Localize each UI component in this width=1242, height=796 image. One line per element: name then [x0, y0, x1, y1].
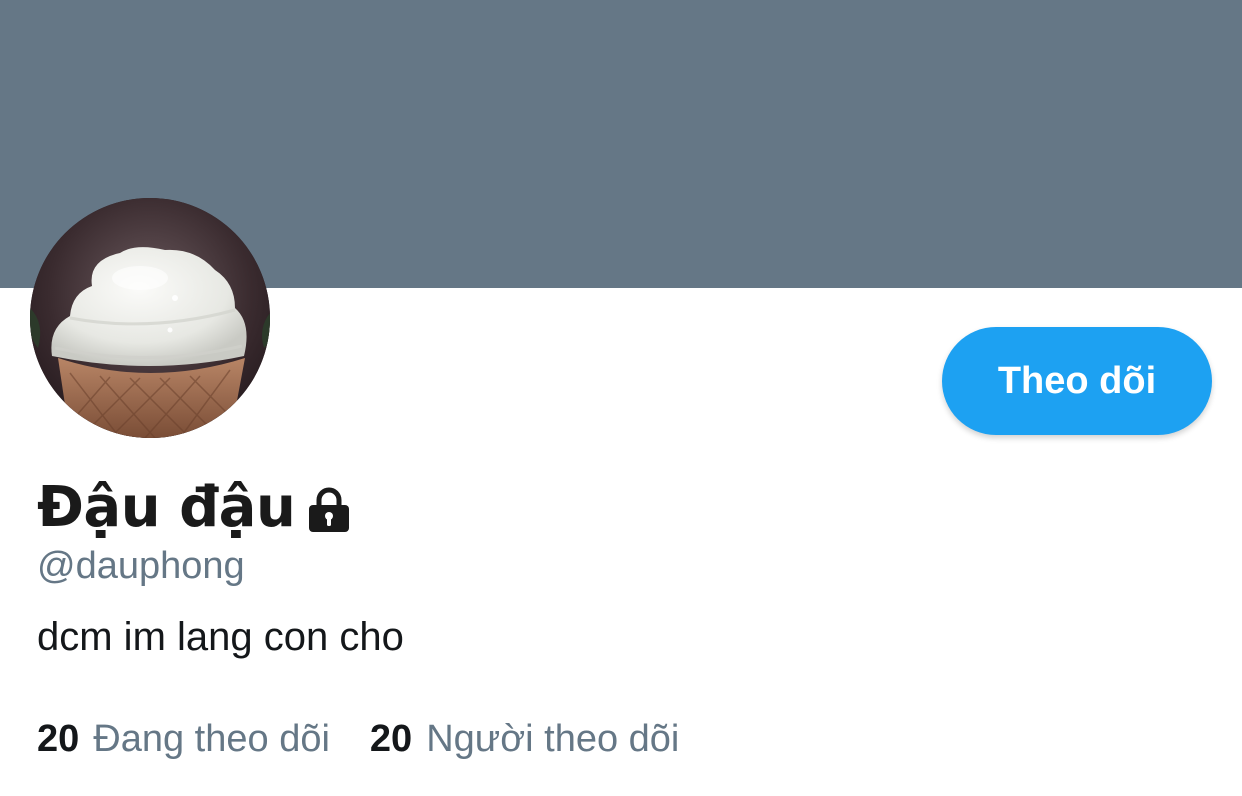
- bio: dcm im lang con cho: [37, 615, 404, 659]
- follow-button[interactable]: Theo dõi: [942, 327, 1212, 435]
- followers-stat[interactable]: 20 Người theo dõi: [370, 718, 679, 761]
- avatar-image: [30, 198, 270, 438]
- avatar[interactable]: [30, 198, 270, 438]
- profile-page: Theo dõi Đậu đậu @dauphong dcm im lang c…: [0, 0, 1242, 796]
- lock-icon: [305, 486, 353, 534]
- followers-label: Người theo dõi: [426, 718, 680, 760]
- handle: @dauphong: [37, 545, 245, 587]
- display-name: Đậu đậu: [37, 474, 296, 540]
- followers-count: 20: [369, 718, 413, 760]
- following-label: Đang theo dõi: [93, 718, 330, 760]
- following-stat[interactable]: 20 Đang theo dõi: [37, 718, 330, 761]
- following-count: 20: [37, 718, 80, 760]
- profile-stats: 20 Đang theo dõi 20 Người theo dõi: [37, 718, 719, 761]
- display-name-row: Đậu đậu: [37, 472, 353, 542]
